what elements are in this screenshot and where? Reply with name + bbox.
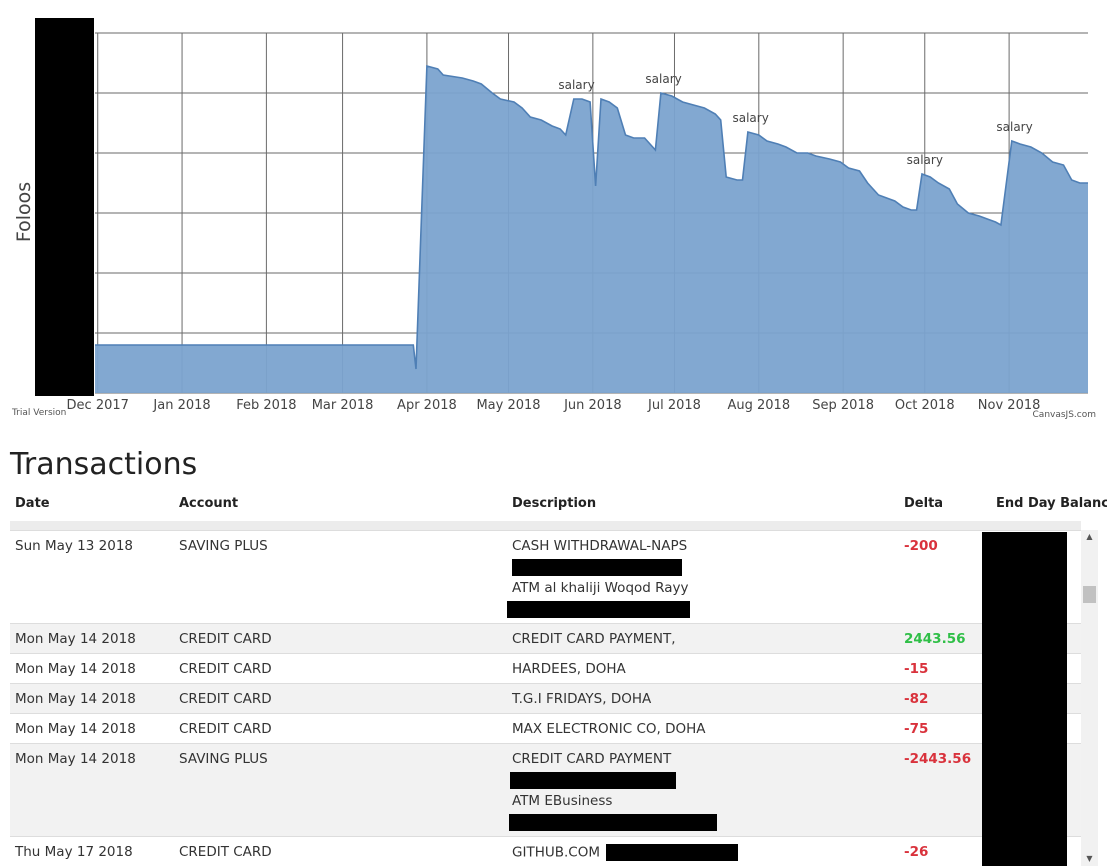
row-account: CREDIT CARD <box>179 661 272 677</box>
row-delta: -15 <box>904 661 929 677</box>
x-tick-label: Jul 2018 <box>647 398 701 413</box>
row-delta: -2443.56 <box>904 751 972 767</box>
x-tick-label: Sep 2018 <box>812 398 874 413</box>
scroll-up-arrow-icon[interactable]: ▲ <box>1081 530 1098 544</box>
row-description: GITHUB.COM <box>512 844 739 861</box>
row-delta: -82 <box>904 691 929 707</box>
header-delta[interactable]: Delta <box>904 496 943 511</box>
transactions-heading: Transactions <box>10 447 198 482</box>
table-row[interactable]: Sun May 13 2018 SAVING PLUS CASH WITHDRA… <box>10 530 1081 623</box>
x-tick-label: May 2018 <box>476 398 540 413</box>
x-tick-label: Dec 2017 <box>67 398 129 413</box>
row-description: CASH WITHDRAWAL-NAPS ATM al khaliji Woqo… <box>507 538 690 622</box>
row-account: SAVING PLUS <box>179 751 268 767</box>
salary-annotation: salary <box>645 72 681 86</box>
salary-annotation: salary <box>907 153 943 167</box>
description-line: ATM al khaliji Woqod Rayy <box>512 580 689 596</box>
description-redacted <box>509 814 717 835</box>
row-delta: -75 <box>904 721 929 737</box>
table-row[interactable]: Mon May 14 2018 SAVING PLUS CREDIT CARD … <box>10 743 1081 836</box>
canvasjs-credit-link[interactable]: CanvasJS.com <box>1033 410 1096 420</box>
y-axis-title: Foloos <box>13 181 35 243</box>
balance-chart: Dec 2017 Jan 2018 Feb 2018 Mar 2018 Apr 2018… <box>0 0 1107 430</box>
x-tick-label: Nov 2018 <box>978 398 1041 413</box>
row-date: Mon May 14 2018 <box>15 691 136 707</box>
row-description: T.G.I FRIDAYS, DOHA <box>512 691 652 707</box>
header-date[interactable]: Date <box>15 496 50 511</box>
header-account[interactable]: Account <box>179 496 238 511</box>
row-description: CREDIT CARD PAYMENT ATM EBusiness <box>509 751 717 835</box>
description-line: CREDIT CARD PAYMENT <box>512 751 672 767</box>
row-date: Mon May 14 2018 <box>15 631 136 647</box>
redacted-balance-column <box>982 532 1067 866</box>
transactions-header-row: Date Account Description Delta End Day B… <box>0 490 1107 520</box>
table-scrollbar[interactable]: ▲ ▼ <box>1081 530 1098 866</box>
row-date: Mon May 14 2018 <box>15 721 136 737</box>
row-delta: -200 <box>904 538 938 554</box>
description-line: CASH WITHDRAWAL-NAPS <box>512 538 688 554</box>
description-redacted <box>606 844 739 861</box>
header-end-day-balance[interactable]: End Day Balance <box>996 496 1107 511</box>
table-row[interactable]: Thu May 17 2018 CREDIT CARD GITHUB.COM -… <box>10 836 1081 866</box>
row-delta: 2443.56 <box>904 631 966 647</box>
description-text: GITHUB.COM <box>512 844 600 861</box>
description-redacted <box>512 559 690 580</box>
table-row[interactable]: Mon May 14 2018 CREDIT CARD MAX ELECTRON… <box>10 713 1081 743</box>
row-account: CREDIT CARD <box>179 844 272 860</box>
table-row[interactable]: Mon May 14 2018 CREDIT CARD HARDEES, DOH… <box>10 653 1081 683</box>
x-tick-label: Aug 2018 <box>728 398 791 413</box>
table-row[interactable]: Mon May 14 2018 CREDIT CARD T.G.I FRIDAY… <box>10 683 1081 713</box>
x-tick-label: Jan 2018 <box>152 398 210 413</box>
scroll-down-arrow-icon[interactable]: ▼ <box>1081 852 1098 866</box>
x-tick-label: Oct 2018 <box>895 398 955 413</box>
x-tick-label: Jun 2018 <box>563 398 622 413</box>
x-tick-label: Mar 2018 <box>312 398 374 413</box>
row-date: Thu May 17 2018 <box>15 844 133 860</box>
trial-version-label: Trial Version <box>12 408 67 418</box>
description-redacted <box>507 601 690 622</box>
row-description: HARDEES, DOHA <box>512 661 626 677</box>
row-date: Mon May 14 2018 <box>15 661 136 677</box>
row-delta: -26 <box>904 844 929 860</box>
row-description: CREDIT CARD PAYMENT, <box>512 631 676 647</box>
row-account: SAVING PLUS <box>179 538 268 554</box>
scrollbar-thumb[interactable] <box>1083 586 1096 603</box>
salary-annotation: salary <box>558 78 594 92</box>
redacted-y-axis <box>35 18 94 396</box>
transactions-table-body: Sun May 13 2018 SAVING PLUS CASH WITHDRA… <box>10 530 1081 866</box>
row-date: Sun May 13 2018 <box>15 538 133 554</box>
row-account: CREDIT CARD <box>179 721 272 737</box>
header-description[interactable]: Description <box>512 496 596 511</box>
salary-annotation: salary <box>732 111 768 125</box>
description-redacted <box>510 772 717 793</box>
chart-svg: Dec 2017 Jan 2018 Feb 2018 Mar 2018 Apr 2018… <box>67 32 1088 413</box>
x-tick-label: Feb 2018 <box>236 398 296 413</box>
table-row[interactable]: Mon May 14 2018 CREDIT CARD CREDIT CARD … <box>10 623 1081 653</box>
row-account: CREDIT CARD <box>179 631 272 647</box>
description-line: ATM EBusiness <box>512 793 613 809</box>
x-tick-label: Apr 2018 <box>397 398 457 413</box>
row-description: MAX ELECTRONIC CO, DOHA <box>512 721 706 737</box>
row-date: Mon May 14 2018 <box>15 751 136 767</box>
salary-annotation: salary <box>996 120 1032 134</box>
table-scroll-top <box>10 521 1081 530</box>
row-account: CREDIT CARD <box>179 691 272 707</box>
